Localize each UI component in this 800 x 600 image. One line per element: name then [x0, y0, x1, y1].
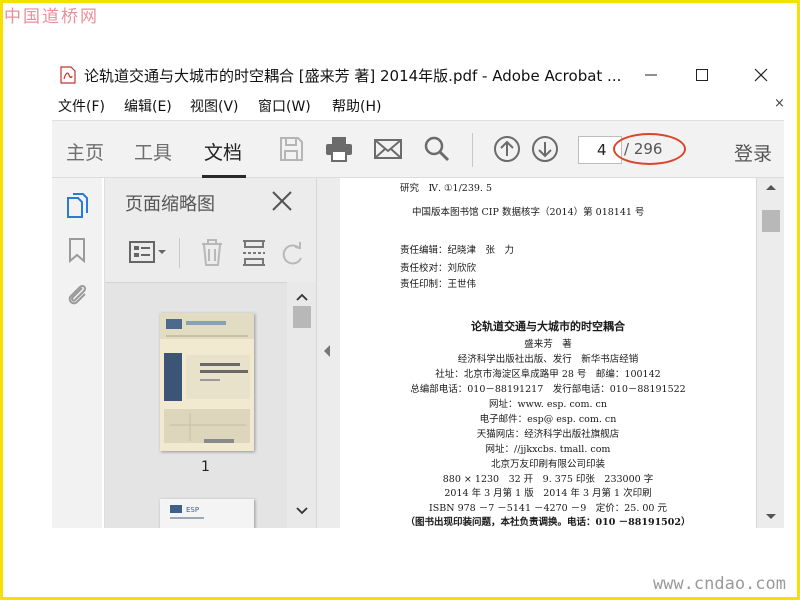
- thumbnail-toolbar: [105, 234, 317, 274]
- doc-text-line: 责任编辑：纪晓津 张 力: [400, 245, 515, 256]
- thumbnail-list: 1 ESP: [105, 282, 287, 528]
- attachment-icon[interactable]: [64, 280, 90, 308]
- pdf-file-icon: [60, 66, 76, 84]
- scroll-up-icon[interactable]: [764, 180, 778, 194]
- close-window-button[interactable]: [746, 62, 776, 88]
- doc-text-line: ISBN 978 －7 －5141 －4270 －9 定价：25. 00 元: [429, 503, 667, 514]
- doc-text-line: 880 × 1230 32 开 9. 375 印张 233000 字: [442, 474, 654, 485]
- document-view: 研究 Ⅳ. ①1/239. 5 中国版本图书馆 CIP 数据核字（2014）第 …: [340, 178, 756, 528]
- navigation-rail: [52, 178, 102, 528]
- minimize-button[interactable]: [636, 62, 666, 88]
- thumbnail-options-icon[interactable]: [129, 238, 169, 266]
- next-page-icon[interactable]: [530, 134, 560, 164]
- previous-page-icon[interactable]: [492, 134, 522, 164]
- doc-text-line: 经济科学出版社出版、发行 新华书店经销: [457, 354, 639, 365]
- tab-home[interactable]: 主页: [66, 138, 104, 165]
- document-scroll-thumb[interactable]: [762, 210, 780, 232]
- thumbnail-toolbar-divider: [179, 238, 180, 268]
- main-toolbar: 主页 工具 文档 4 / 296 登录: [52, 120, 784, 178]
- maximize-icon: [696, 69, 708, 81]
- menu-file[interactable]: 文件(F): [58, 96, 105, 116]
- print-icon[interactable]: [324, 134, 354, 164]
- tab-tools[interactable]: 工具: [134, 138, 172, 165]
- chevron-down-icon[interactable]: [295, 504, 309, 518]
- doc-text-line: 中国版本图书馆 CIP 数据核字（2014）第 018141 号: [412, 207, 645, 218]
- watermark-bottom: www.cndao.com: [652, 574, 786, 594]
- annotation-oval: [613, 133, 686, 165]
- chevron-up-icon[interactable]: [295, 290, 309, 304]
- doc-text-line: 网址：www. esp. com. cn: [489, 399, 607, 410]
- doc-text-line: 网址：//jjkxcbs. tmall. com: [485, 444, 611, 455]
- delete-page-icon[interactable]: [199, 238, 225, 268]
- scroll-down-icon[interactable]: [764, 510, 778, 524]
- doc-text-line: 总编部电话：010－88191217 发行部电话：010－88191522: [410, 384, 686, 395]
- doc-text-line: （图书出现印装问题，本社负责调换。电话：010 －88191502）: [405, 517, 691, 528]
- thumbnail-scrollbar[interactable]: [287, 282, 317, 528]
- menu-bar: 文件(F) 编辑(E) 视图(V) 窗口(W) 帮助(H) ×: [52, 94, 792, 118]
- extract-page-icon[interactable]: [241, 238, 267, 268]
- thumbnail-panel: 页面缩略图 1 ESP: [104, 178, 317, 528]
- rotate-page-icon[interactable]: [279, 238, 305, 268]
- thumbnail-page-2[interactable]: ESP: [160, 499, 254, 528]
- doc-text-line: 社址：北京市海淀区阜成路甲 28 号 邮编：100142: [435, 369, 661, 380]
- doc-text-line: 责任校对：刘欣欣: [400, 263, 477, 274]
- thumbnail-scroll-thumb[interactable]: [293, 306, 311, 328]
- doc-text-line: 责任印制：王世伟: [400, 279, 477, 290]
- title-bar: 论轨道交通与大城市的时空耦合 [盛来芳 著] 2014年版.pdf - Adob…: [52, 58, 792, 92]
- document-page: 研究 Ⅳ. ①1/239. 5 中国版本图书馆 CIP 数据核字（2014）第 …: [340, 178, 756, 528]
- doc-text-line: 盛来芳 著: [524, 339, 572, 350]
- panel-collapse-strip[interactable]: [316, 178, 340, 528]
- menu-view[interactable]: 视图(V): [190, 96, 239, 116]
- svg-text:ESP: ESP: [186, 506, 199, 514]
- search-icon[interactable]: [422, 134, 452, 164]
- page-thumbnails-icon[interactable]: [64, 192, 90, 220]
- collapse-left-icon[interactable]: [322, 344, 332, 358]
- doc-text-line: 天猫网店：经济科学出版社旗舰店: [476, 429, 620, 440]
- bookmark-icon[interactable]: [64, 236, 90, 264]
- doc-text-line: 2014 年 3 月第 1 版 2014 年 3 月第 1 次印刷: [444, 488, 652, 499]
- watermark-top: 中国道桥网: [4, 7, 99, 27]
- menu-close-button[interactable]: ×: [774, 96, 785, 111]
- menu-edit[interactable]: 编辑(E): [124, 96, 172, 116]
- login-button[interactable]: 登录: [734, 139, 772, 166]
- tab-document[interactable]: 文档: [204, 138, 242, 165]
- doc-text-line: 研究 Ⅳ. ①1/239. 5: [400, 183, 493, 194]
- menu-window[interactable]: 窗口(W): [258, 96, 311, 116]
- doc-text-line: 电子邮件：esp@ esp. com. cn: [479, 414, 617, 425]
- toolbar-divider: [472, 133, 473, 167]
- menu-help[interactable]: 帮助(H): [332, 96, 381, 116]
- minimize-icon: [645, 74, 657, 76]
- close-icon: [754, 68, 768, 82]
- thumbnail-page-label: 1: [201, 459, 210, 475]
- document-scrollbar[interactable]: [756, 178, 784, 528]
- doc-book-title: 论轨道交通与大城市的时空耦合: [471, 320, 625, 333]
- book-cover-image: [160, 313, 254, 451]
- save-icon[interactable]: [276, 134, 306, 164]
- email-icon[interactable]: [373, 134, 403, 164]
- doc-text-line: 北京万友印刷有限公司印装: [490, 459, 605, 470]
- thumbnail-page-1[interactable]: [160, 313, 254, 451]
- close-panel-icon[interactable]: [271, 190, 293, 212]
- window-title: 论轨道交通与大城市的时空耦合 [盛来芳 著] 2014年版.pdf - Adob…: [84, 67, 622, 85]
- thumbnail-panel-title: 页面缩略图: [125, 194, 215, 215]
- esp-logo-image: ESP: [170, 505, 204, 519]
- maximize-button[interactable]: [687, 62, 717, 88]
